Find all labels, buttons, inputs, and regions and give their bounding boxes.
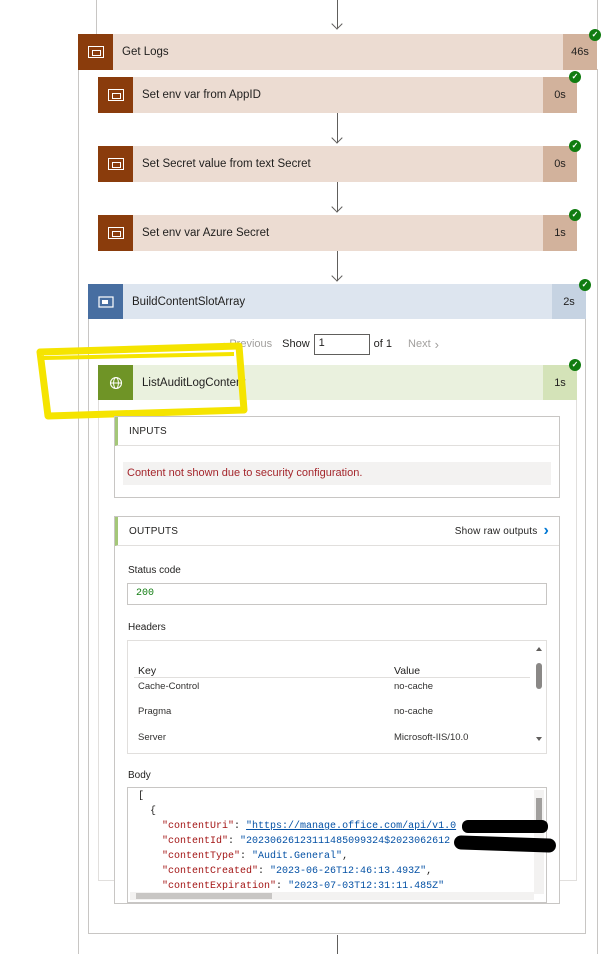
scope-window-icon — [98, 77, 133, 113]
step-title: Set Secret value from text Secret — [142, 158, 311, 170]
connector-line — [337, 935, 338, 954]
arrow-down-icon — [331, 132, 343, 144]
json-string: "https://manage.office.com/api/v1.0 — [246, 821, 457, 832]
show-raw-outputs-button[interactable]: Show raw outputs › — [455, 522, 549, 540]
json-string: "Audit.General" — [252, 851, 343, 862]
inputs-header-label: INPUTS — [129, 425, 167, 437]
inputs-section: INPUTS Content not shown due to security… — [114, 416, 560, 498]
code-token: { — [150, 806, 157, 817]
show-label: Show — [282, 338, 310, 350]
body-scrollbar-horizontal[interactable] — [130, 892, 534, 900]
code-token: [ — [138, 791, 145, 802]
scope-window-icon — [78, 34, 113, 70]
get-logs-card[interactable]: Get Logs 46s — [78, 34, 597, 70]
get-logs-title: Get Logs — [122, 46, 169, 58]
get-logs-frame-right — [597, 69, 598, 954]
page-count: of 1 — [373, 338, 393, 350]
headers-divider — [134, 677, 530, 678]
code-line: "contentExpiration": "2023-07-03T12:31:1… — [162, 881, 445, 892]
json-key: "contentCreated" — [162, 866, 259, 877]
headers-col-key: Key — [138, 665, 157, 677]
header-row-value: Microsoft-IIS/10.0 — [394, 732, 469, 743]
arrow-down-icon — [331, 18, 343, 30]
step-title: Set env var Azure Secret — [142, 227, 270, 239]
json-key: "contentUri" — [162, 821, 235, 832]
status-code-label: Status code — [128, 565, 181, 576]
json-key: "contentExpiration" — [162, 881, 277, 892]
code-line: "contentId": "20230626123111485099324$20… — [162, 836, 451, 847]
step-set-secret-value[interactable]: Set Secret value from text Secret 0s — [98, 146, 577, 182]
headers-table: Key Value Cache-Control no-cache Pragma … — [127, 640, 547, 754]
header-row-key: Pragma — [138, 706, 172, 717]
scope-window-icon — [98, 146, 133, 182]
header-row-value: no-cache — [394, 681, 434, 692]
show-raw-label: Show raw outputs — [454, 525, 538, 537]
headers-scrollbar[interactable] — [534, 647, 544, 747]
frame-line — [96, 0, 97, 34]
highlight-annotation — [36, 342, 248, 420]
scope-window-icon — [98, 215, 133, 251]
step-set-env-var-azure-secret[interactable]: Set env var Azure Secret 1s — [98, 215, 577, 251]
header-row-value: no-cache — [394, 706, 434, 717]
get-logs-frame-left — [78, 69, 79, 954]
inputs-message: Content not shown due to security config… — [123, 462, 551, 485]
checkmark-icon: ✓ — [579, 279, 591, 291]
headers-col-value: Value — [394, 665, 421, 677]
chevron-right-icon[interactable]: › — [435, 337, 439, 352]
variable-icon — [88, 284, 123, 319]
step-set-env-var-appid[interactable]: Set env var from AppID 0s — [98, 77, 577, 113]
json-key: "contentId" — [162, 836, 229, 847]
code-line: "contentCreated": "2023-06-26T12:46:13.4… — [162, 866, 433, 877]
build-title: BuildContentSlotArray — [132, 295, 246, 308]
checkmark-icon: ✓ — [569, 140, 581, 152]
checkmark-icon: ✓ — [569, 71, 581, 83]
inputs-header: INPUTS — [115, 417, 559, 446]
step-title: Set env var from AppID — [142, 89, 261, 101]
arrow-down-icon — [331, 201, 343, 213]
code-line: "contentType": "Audit.General", — [162, 851, 349, 862]
body-label: Body — [128, 770, 151, 781]
redaction-mark — [462, 820, 548, 833]
outputs-header-label: OUTPUTS — [129, 525, 179, 537]
next-button[interactable]: Next — [408, 338, 431, 350]
header-row-key: Cache-Control — [138, 681, 200, 692]
json-string: "20230626123111485099324$2023062612 — [240, 836, 451, 847]
header-row-key: Server — [138, 732, 166, 743]
checkmark-icon: ✓ — [569, 359, 581, 371]
page-input[interactable]: 1 — [313, 333, 370, 355]
chevron-right-icon: › — [543, 522, 549, 539]
json-string: "2023-06-26T12:46:13.493Z" — [270, 866, 427, 877]
arrow-down-icon — [331, 270, 343, 282]
json-string: "2023-07-03T12:31:11.485Z" — [288, 881, 445, 892]
headers-label: Headers — [128, 622, 166, 633]
code-line: "contentUri": "https://manage.office.com… — [162, 821, 457, 832]
json-key: "contentType" — [162, 851, 241, 862]
outputs-header: OUTPUTS Show raw outputs › — [115, 517, 559, 546]
build-content-slot-array-card[interactable]: BuildContentSlotArray 2s — [88, 284, 586, 319]
code-line: { — [138, 806, 156, 817]
status-code-value: 200 — [127, 583, 547, 605]
checkmark-icon: ✓ — [589, 29, 601, 41]
code-line: [ — [138, 791, 144, 802]
checkmark-icon: ✓ — [569, 209, 581, 221]
